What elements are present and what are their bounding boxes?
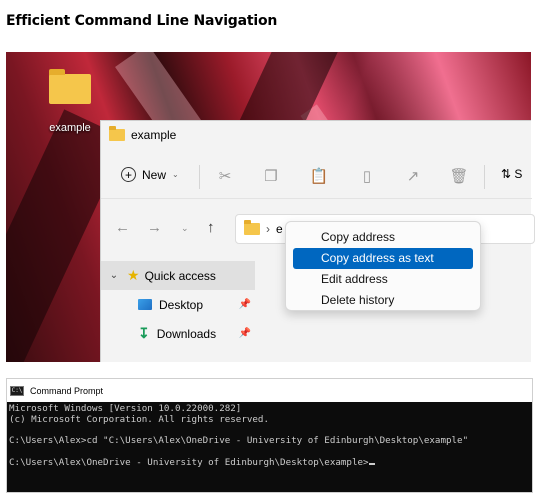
navigation-pane: ⌄ ★ Quick access Desktop 📌 ↧ Downloads 📌 bbox=[101, 261, 255, 348]
new-button[interactable]: + New ⌄ bbox=[121, 167, 179, 182]
text-cursor bbox=[368, 462, 375, 465]
terminal-line: C:\Users\Alex>cd "C:\Users\Alex\OneDrive… bbox=[9, 435, 469, 447]
sidebar-item-label: Desktop bbox=[159, 297, 204, 312]
paste-icon[interactable]: 📋 bbox=[309, 167, 329, 187]
menu-item-delete-history[interactable]: Delete history bbox=[293, 290, 473, 311]
star-icon: ★ bbox=[127, 267, 140, 283]
rename-icon[interactable]: ▯ bbox=[357, 167, 377, 187]
menu-item-copy-address[interactable]: Copy address bbox=[293, 227, 473, 248]
folder-icon bbox=[244, 220, 260, 235]
up-arrow-icon[interactable]: ↑ bbox=[207, 219, 215, 236]
page-title: Efficient Command Line Navigation bbox=[6, 13, 278, 29]
share-icon[interactable]: ↗ bbox=[403, 167, 423, 187]
sidebar-item-downloads[interactable]: ↧ Downloads 📌 bbox=[101, 319, 255, 348]
forward-arrow-icon[interactable]: → bbox=[147, 219, 162, 236]
cmd-title-bar: C:\ Command Prompt bbox=[7, 379, 532, 402]
menu-item-copy-address-as-text[interactable]: Copy address as text bbox=[293, 248, 473, 269]
new-button-label: New bbox=[142, 167, 167, 182]
delete-icon[interactable]: 🗑 bbox=[449, 167, 469, 187]
sort-button[interactable]: ⇅ S bbox=[501, 167, 522, 181]
desktop-folder-example[interactable]: example bbox=[40, 69, 100, 134]
sidebar-item-desktop[interactable]: Desktop 📌 bbox=[101, 290, 255, 319]
chevron-down-icon: ⌄ bbox=[109, 270, 119, 281]
terminal-icon: C:\ bbox=[10, 385, 24, 396]
sort-button-label: S bbox=[514, 167, 523, 181]
folder-icon bbox=[49, 69, 91, 104]
chevron-down-icon: ⌄ bbox=[172, 170, 179, 179]
desktop-folder-label: example bbox=[49, 122, 91, 134]
sort-icon: ⇅ bbox=[501, 167, 512, 181]
terminal-prompt: C:\Users\Alex\OneDrive - University of E… bbox=[9, 456, 369, 468]
desktop-icon bbox=[138, 299, 152, 310]
terminal-line: (c) Microsoft Corporation. All rights re… bbox=[9, 413, 269, 425]
sidebar-item-label: Quick access bbox=[144, 268, 216, 283]
window-title-label: example bbox=[131, 128, 177, 142]
breadcrumb-separator-icon: › bbox=[266, 222, 270, 236]
sidebar-item-label: Downloads bbox=[156, 326, 217, 341]
cmd-window-title: Command Prompt bbox=[30, 385, 104, 396]
command-prompt-window: C:\ Command Prompt Microsoft Windows [Ve… bbox=[6, 378, 533, 493]
address-context-menu: Copy address Copy address as text Edit a… bbox=[285, 221, 481, 311]
terminal-output[interactable]: Microsoft Windows [Version 10.0.22000.28… bbox=[7, 402, 532, 492]
cut-icon[interactable]: ✂ bbox=[215, 167, 235, 187]
download-icon: ↧ bbox=[138, 325, 150, 341]
pin-icon[interactable]: 📌 bbox=[239, 328, 251, 339]
toolbar-divider bbox=[199, 165, 200, 189]
toolbar-divider bbox=[484, 165, 485, 189]
pin-icon[interactable]: 📌 bbox=[239, 299, 251, 310]
copy-icon[interactable]: ❐ bbox=[261, 167, 281, 187]
back-arrow-icon[interactable]: ← bbox=[115, 219, 130, 236]
plus-icon: + bbox=[121, 167, 136, 182]
address-path: e bbox=[276, 222, 283, 236]
terminal-prompt-line[interactable]: C:\Users\Alex\OneDrive - University of E… bbox=[9, 456, 530, 469]
recent-locations-chevron-icon[interactable]: ⌄ bbox=[181, 223, 189, 234]
folder-icon bbox=[109, 126, 125, 141]
command-bar: + New ⌄ ✂ ❐ 📋 ▯ ↗ 🗑 ⇅ S bbox=[101, 157, 532, 199]
menu-item-edit-address[interactable]: Edit address bbox=[293, 269, 473, 290]
window-title: example bbox=[109, 126, 177, 142]
sidebar-item-quick-access[interactable]: ⌄ ★ Quick access bbox=[101, 261, 255, 290]
